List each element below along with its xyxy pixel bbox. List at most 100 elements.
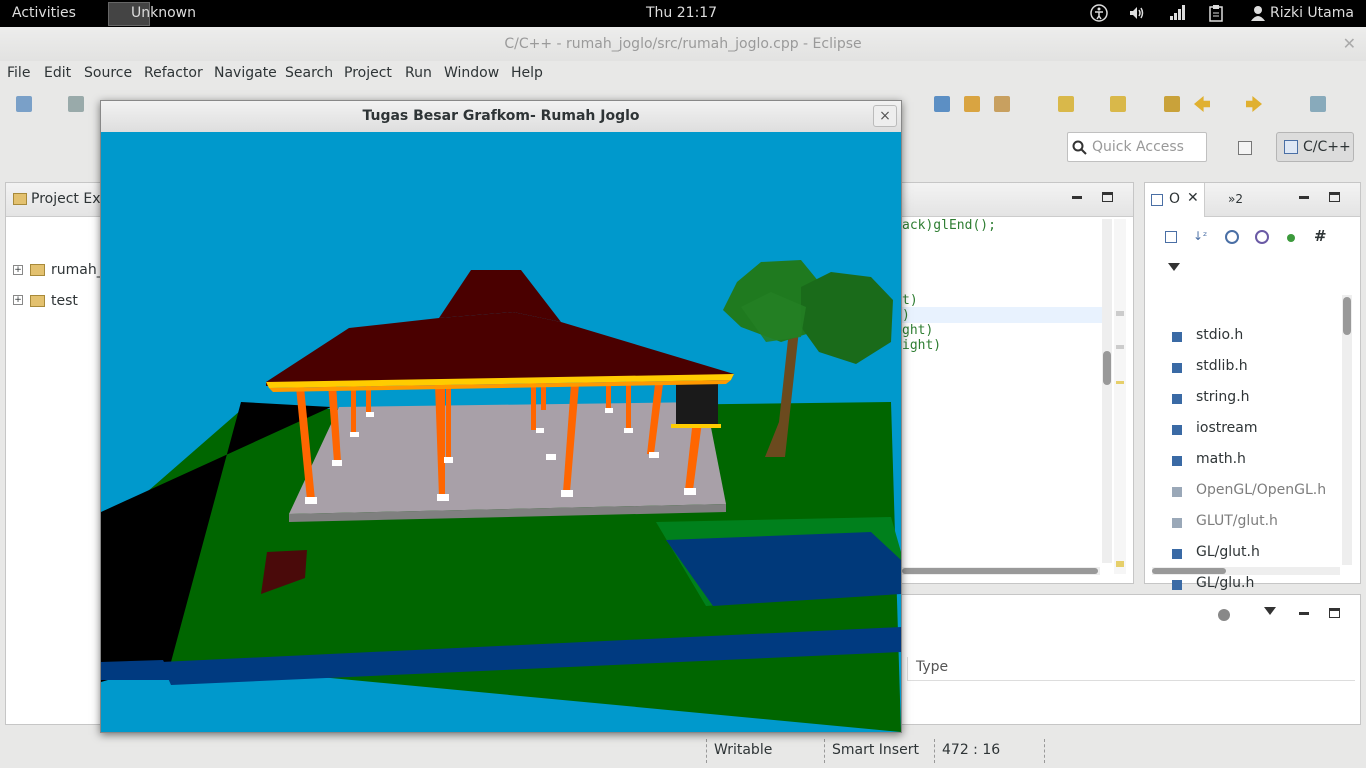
maximize-icon[interactable]	[1329, 608, 1340, 618]
user-icon[interactable]	[1251, 5, 1265, 21]
view-menu-icon[interactable]	[1168, 263, 1180, 271]
back-icon[interactable]	[1194, 96, 1210, 112]
scrollbar-thumb[interactable]	[902, 568, 1098, 574]
open-perspective-icon[interactable]	[1238, 141, 1252, 155]
outline-header: O ✕ »2	[1145, 183, 1360, 217]
menu-file[interactable]: File	[7, 65, 30, 81]
clipboard-icon[interactable]	[1208, 4, 1224, 22]
tree-item-test[interactable]: test	[51, 293, 78, 309]
more-views-tab[interactable]: »2	[1228, 192, 1243, 206]
clear-console-icon[interactable]	[1218, 609, 1230, 621]
status-separator	[934, 739, 935, 763]
scrollbar-thumb[interactable]	[1103, 351, 1111, 385]
include-icon	[1172, 394, 1182, 404]
glut-window-title[interactable]: Tugas Besar Grafkom- Rumah Joglo	[101, 101, 901, 132]
outline-item[interactable]: stdio.h	[1196, 327, 1243, 343]
expand-icon[interactable]: +	[13, 265, 23, 275]
menu-project[interactable]: Project	[344, 65, 392, 81]
editor-vertical-scrollbar[interactable]	[1102, 219, 1112, 563]
column-type-header[interactable]: Type	[916, 659, 948, 675]
app-menu-label[interactable]: Unknown	[131, 5, 196, 21]
code-line[interactable]: )	[902, 308, 910, 323]
activities-button[interactable]: Activities	[12, 5, 76, 21]
menu-window[interactable]: Window	[444, 65, 499, 81]
accessibility-icon[interactable]	[1090, 4, 1108, 22]
new-icon[interactable]	[16, 96, 32, 112]
code-line[interactable]: t)	[902, 293, 918, 308]
menu-source[interactable]: Source	[84, 65, 132, 81]
quick-access-input[interactable]: Quick Access	[1067, 132, 1207, 162]
menu-refactor[interactable]: Refactor	[144, 65, 203, 81]
minimize-icon[interactable]	[1299, 612, 1309, 615]
minimize-icon[interactable]	[1299, 196, 1309, 199]
window-title: C/C++ - rumah_joglo/src/rumah_joglo.cpp …	[0, 27, 1366, 61]
outline-item[interactable]: GL/glut.h	[1196, 544, 1260, 560]
editor-horizontal-scrollbar[interactable]	[902, 567, 1100, 575]
menu-help[interactable]: Help	[511, 65, 543, 81]
outline-item[interactable]: GL/glu.h	[1196, 575, 1254, 591]
status-insert-mode: Smart Insert	[832, 742, 919, 758]
outline-vertical-scrollbar[interactable]	[1342, 295, 1352, 565]
status-separator	[824, 739, 825, 763]
close-tab-icon[interactable]: ✕	[1187, 190, 1199, 206]
hide-macros-icon[interactable]: #	[1314, 227, 1327, 245]
menu-run[interactable]: Run	[405, 65, 432, 81]
scrollbar-thumb[interactable]	[1152, 568, 1226, 574]
outline-horizontal-scrollbar[interactable]	[1152, 567, 1340, 575]
ruler-marker[interactable]	[1116, 381, 1124, 384]
open-folder-icon[interactable]	[964, 96, 980, 112]
hide-fields-icon[interactable]	[1225, 230, 1239, 244]
ruler-marker[interactable]	[1116, 561, 1124, 567]
hide-nonpublic-icon[interactable]	[1287, 234, 1295, 242]
window-close-icon[interactable]: ✕	[1343, 34, 1356, 53]
tab-outline[interactable]: O ✕	[1145, 183, 1205, 217]
volume-icon[interactable]	[1128, 4, 1146, 22]
maximize-icon[interactable]	[1102, 192, 1113, 202]
gate-frame	[671, 424, 721, 428]
signal-icon[interactable]	[1168, 4, 1186, 22]
pin-editor-icon[interactable]	[1310, 96, 1326, 112]
outline-item[interactable]: math.h	[1196, 451, 1246, 467]
view-menu-icon[interactable]	[1264, 607, 1276, 615]
save-icon[interactable]	[68, 96, 84, 112]
maximize-icon[interactable]	[1329, 192, 1340, 202]
opengl-canvas[interactable]	[101, 132, 901, 732]
minimize-icon[interactable]	[1072, 196, 1082, 199]
ruler-marker[interactable]	[1116, 345, 1124, 349]
menu-edit[interactable]: Edit	[44, 65, 71, 81]
expand-icon[interactable]: +	[13, 295, 23, 305]
hide-static-icon[interactable]	[1255, 230, 1269, 244]
tree-item-rumah[interactable]: rumah_	[51, 262, 104, 278]
collapse-all-icon[interactable]	[1165, 231, 1177, 243]
perspective-icon	[1284, 140, 1298, 154]
edit-icon[interactable]	[994, 96, 1010, 112]
code-line[interactable]: ack)glEnd();	[902, 218, 996, 233]
outline-item[interactable]: stdlib.h	[1196, 358, 1248, 374]
table-header: Type	[907, 657, 1355, 681]
outline-item[interactable]: OpenGL/OpenGL.h	[1196, 482, 1326, 498]
overview-ruler	[1114, 219, 1126, 574]
prev-annotation-icon[interactable]	[1110, 96, 1126, 112]
open-type-icon[interactable]	[934, 96, 950, 112]
outline-item[interactable]: iostream	[1196, 420, 1258, 436]
sort-icon[interactable]: ↓ᶻ	[1193, 229, 1207, 243]
user-name[interactable]: Rizki Utama	[1270, 5, 1354, 21]
project-explorer-title[interactable]: Project Exp	[31, 191, 109, 207]
menu-search[interactable]: Search	[285, 65, 333, 81]
include-icon	[1172, 363, 1182, 373]
status-cursor-position: 472 : 16	[942, 742, 1001, 758]
clock[interactable]: Thu 21:17	[646, 5, 717, 21]
top-bar: Activities Unknown Thu 21:17 Rizki Utama	[0, 0, 1366, 27]
outline-item[interactable]: GLUT/glut.h	[1196, 513, 1278, 529]
glut-close-button[interactable]: ×	[873, 105, 897, 127]
gate	[676, 382, 718, 424]
ruler-marker[interactable]	[1116, 311, 1124, 316]
last-edit-icon[interactable]	[1164, 96, 1180, 112]
scrollbar-thumb[interactable]	[1343, 297, 1351, 335]
outline-item[interactable]: string.h	[1196, 389, 1250, 405]
next-annotation-icon[interactable]	[1058, 96, 1074, 112]
code-line[interactable]: ght)	[902, 323, 933, 338]
menu-navigate[interactable]: Navigate	[214, 65, 277, 81]
forward-icon[interactable]	[1246, 96, 1262, 112]
code-line[interactable]: ight)	[902, 338, 941, 353]
